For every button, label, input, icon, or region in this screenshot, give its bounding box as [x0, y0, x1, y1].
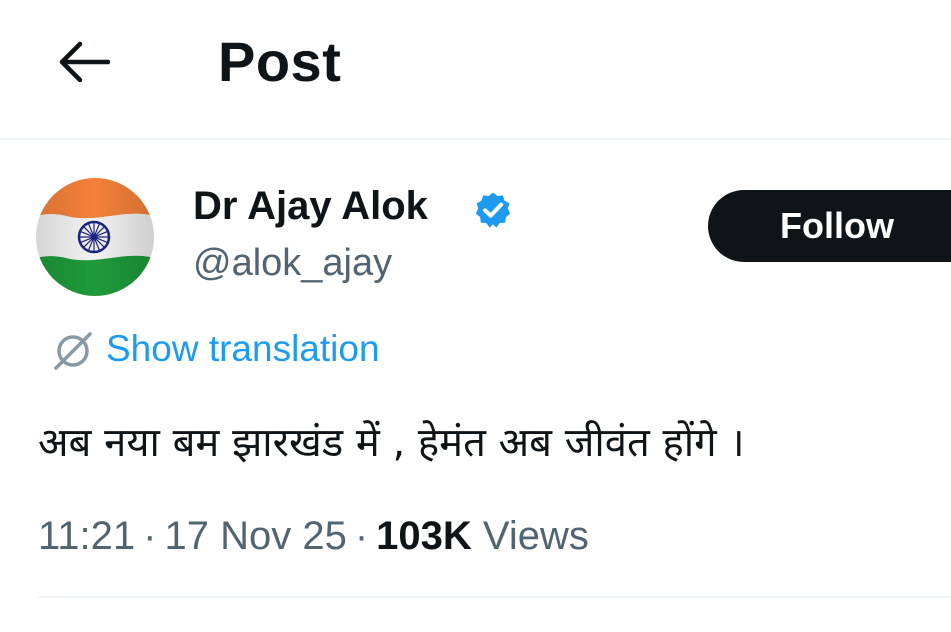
top-app-bar: Post [0, 0, 951, 140]
views-label[interactable]: Views [483, 514, 589, 558]
show-translation-link[interactable]: Show translation [48, 322, 380, 376]
follow-button[interactable]: Follow [708, 190, 951, 262]
author-display-name[interactable]: Dr Ajay Alok [193, 180, 428, 232]
separator-dot: · [143, 514, 157, 558]
post-screen: Post Dr Ajay Alok @alok_ajay Follow Show… [0, 0, 951, 632]
verified-badge-icon [475, 192, 511, 228]
show-translation-label: Show translation [106, 328, 380, 369]
post-date: 17 Nov 25 [164, 514, 347, 558]
separator-dot: · [354, 514, 369, 558]
post-metadata: 11:21 · 17 Nov 25 · 103K Views [38, 508, 589, 564]
back-button[interactable] [52, 30, 116, 94]
post-text: अब नया बम झारखंड में , हेमंत अब जीवंत हो… [38, 420, 745, 466]
globe-slash-icon [54, 332, 92, 370]
views-count[interactable]: 103K [376, 514, 472, 558]
page-title: Post [218, 30, 342, 93]
avatar[interactable] [36, 178, 154, 296]
arrow-left-icon [59, 41, 110, 83]
divider [38, 596, 951, 598]
author-handle[interactable]: @alok_ajay [193, 238, 392, 288]
post-time: 11:21 [38, 514, 136, 558]
indian-flag-avatar [36, 178, 154, 296]
